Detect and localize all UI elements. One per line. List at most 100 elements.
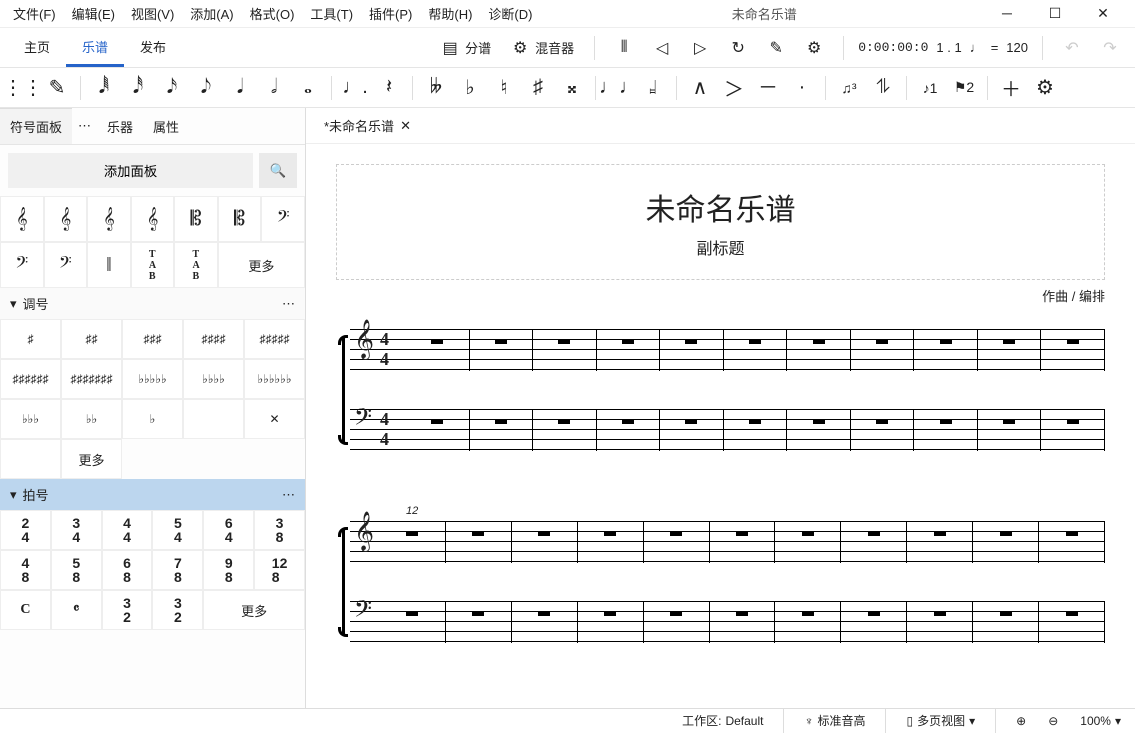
keysig-cell[interactable]: ♭♭♭♭♭ [122,359,183,399]
keysig-cell[interactable]: ♯♯♯♯♯♯ [0,359,61,399]
composer-text[interactable]: 作曲 / 编排 [336,286,1105,305]
play-button[interactable]: ▷ [685,35,715,61]
close-tab-icon[interactable]: ✕ [400,118,411,134]
measure[interactable] [907,521,973,563]
title-frame[interactable]: 未命名乐谱 副标题 [336,164,1105,280]
keysig-cell[interactable]: ♭♭♭ [0,399,61,439]
clef-cell[interactable]: 𝄢 [44,242,88,288]
measure[interactable] [907,601,973,643]
measure[interactable] [775,601,841,643]
keysig-more[interactable]: 更多 [61,439,122,479]
measure[interactable] [406,329,470,371]
concert-pitch-toggle[interactable]: ♆ 标准音高 [798,710,871,731]
timesig-cell[interactable]: 98 [203,550,254,590]
workspace-selector[interactable]: 工作区: Default [676,710,769,731]
undo-button[interactable]: ↶ [1057,35,1087,61]
voice-2-button[interactable]: ⚑2 [949,72,979,104]
measure[interactable] [660,409,724,451]
tuplet-button[interactable]: ♫³ [834,72,864,104]
keysig-cell[interactable]: ♭♭ [61,399,122,439]
timesig-cell[interactable]: 128 [254,550,305,590]
score-title[interactable]: 未命名乐谱 [357,185,1084,229]
measure[interactable] [841,521,907,563]
keysig-cell[interactable]: ♯ [0,319,61,359]
tenuto-button[interactable]: ─ [753,72,783,104]
measure[interactable] [660,329,724,371]
measure[interactable] [470,409,534,451]
staff-bass-1[interactable]: 𝄢44 [350,409,1105,451]
keysig-cell[interactable]: ♭♭♭♭ [183,359,244,399]
note-quarter[interactable]: 𝅘𝅥 [225,72,255,104]
staff-treble-1[interactable]: 𝄞44 [350,329,1105,371]
clef-cell[interactable]: 𝄞 [0,196,44,242]
time-signature[interactable]: 44 [380,329,389,369]
zoom-level[interactable]: 100% ▾ [1074,712,1127,730]
keysig-more-icon[interactable]: ⋯ [282,296,295,312]
timesig-more[interactable]: 更多 [203,590,305,630]
menu-help[interactable]: 帮助(H) [421,0,479,27]
timesig-cell[interactable]: 32 [102,590,153,630]
menu-edit[interactable]: 编辑(E) [65,0,122,27]
timesig-cell[interactable]: 34 [51,510,102,550]
clef-cell[interactable]: 𝄢 [261,196,305,242]
timesig-cell[interactable]: 78 [152,550,203,590]
timesig-cell[interactable]: 64 [203,510,254,550]
measure[interactable] [914,409,978,451]
note-64th[interactable]: 𝅘𝅥𝅱 [89,72,119,104]
menu-file[interactable]: 文件(F) [6,0,63,27]
loop-button[interactable]: ↻ [723,35,753,61]
tab-publish[interactable]: 发布 [124,29,182,67]
measure[interactable] [724,409,788,451]
measure[interactable] [470,329,534,371]
measure[interactable] [978,329,1042,371]
measure[interactable] [644,601,710,643]
metronome-button[interactable]: ✎ [761,35,791,61]
measure[interactable] [644,521,710,563]
menu-add[interactable]: 添加(A) [183,0,240,27]
timesig-cell[interactable]: C [0,590,51,630]
measure[interactable] [1041,409,1105,451]
add-panel-button[interactable]: 添加面板 [8,153,253,188]
close-button[interactable]: ✕ [1085,5,1121,22]
tie-button[interactable]: ♩♩ [604,72,634,104]
measure[interactable] [787,409,851,451]
note-8th[interactable]: 𝅘𝅥𝅮 [191,72,221,104]
measure[interactable] [851,409,915,451]
measure[interactable] [978,409,1042,451]
measure[interactable] [512,521,578,563]
sidebar-tab-instruments[interactable]: 乐器 [97,109,143,144]
sidebar-tab-properties[interactable]: 属性 [143,109,189,144]
voice-1-button[interactable]: ♪1 [915,72,945,104]
keysig-cell[interactable]: ♯♯♯ [122,319,183,359]
menu-plugins[interactable]: 插件(P) [362,0,419,27]
measure[interactable] [1039,601,1105,643]
toolbar-settings-button[interactable]: ⚙ [1030,72,1060,104]
keysig-cell[interactable] [183,399,244,439]
timesig-cell[interactable]: 38 [254,510,305,550]
clef-cell[interactable]: 𝄞 [44,196,88,242]
keysig-cell[interactable]: ♯♯♯♯♯ [244,319,305,359]
measure[interactable] [380,601,446,643]
zoom-out-button[interactable]: ⊖ [1042,712,1064,730]
note-half[interactable]: 𝅗𝅥 [259,72,289,104]
keysig-cell[interactable]: ♯♯ [61,319,122,359]
staff-treble-2[interactable]: 12 𝄞 [350,521,1105,563]
minimize-button[interactable]: ─ [989,5,1025,22]
add-button[interactable]: ＋ [996,72,1026,104]
measure[interactable] [1041,329,1105,371]
timesig-cell[interactable]: 32 [152,590,203,630]
note-input-button[interactable]: ✎ [42,72,72,104]
mixer-button[interactable]: ⚙混音器 [505,34,580,61]
menu-format[interactable]: 格式(O) [243,0,302,27]
tab-home[interactable]: 主页 [8,29,66,67]
view-mode-selector[interactable]: ▯ 多页视图 ▾ [900,710,981,731]
staff-bass-2[interactable]: 𝄢 [350,601,1105,643]
menu-diagnostics[interactable]: 诊断(D) [481,0,539,27]
tab-score[interactable]: 乐谱 [66,29,124,67]
clef-cell[interactable]: 𝄞 [87,196,131,242]
measure[interactable] [446,521,512,563]
measure[interactable] [578,521,644,563]
menu-view[interactable]: 视图(V) [124,0,181,27]
keysig-cell[interactable]: ♯♯♯♯ [183,319,244,359]
measure[interactable] [973,521,1039,563]
